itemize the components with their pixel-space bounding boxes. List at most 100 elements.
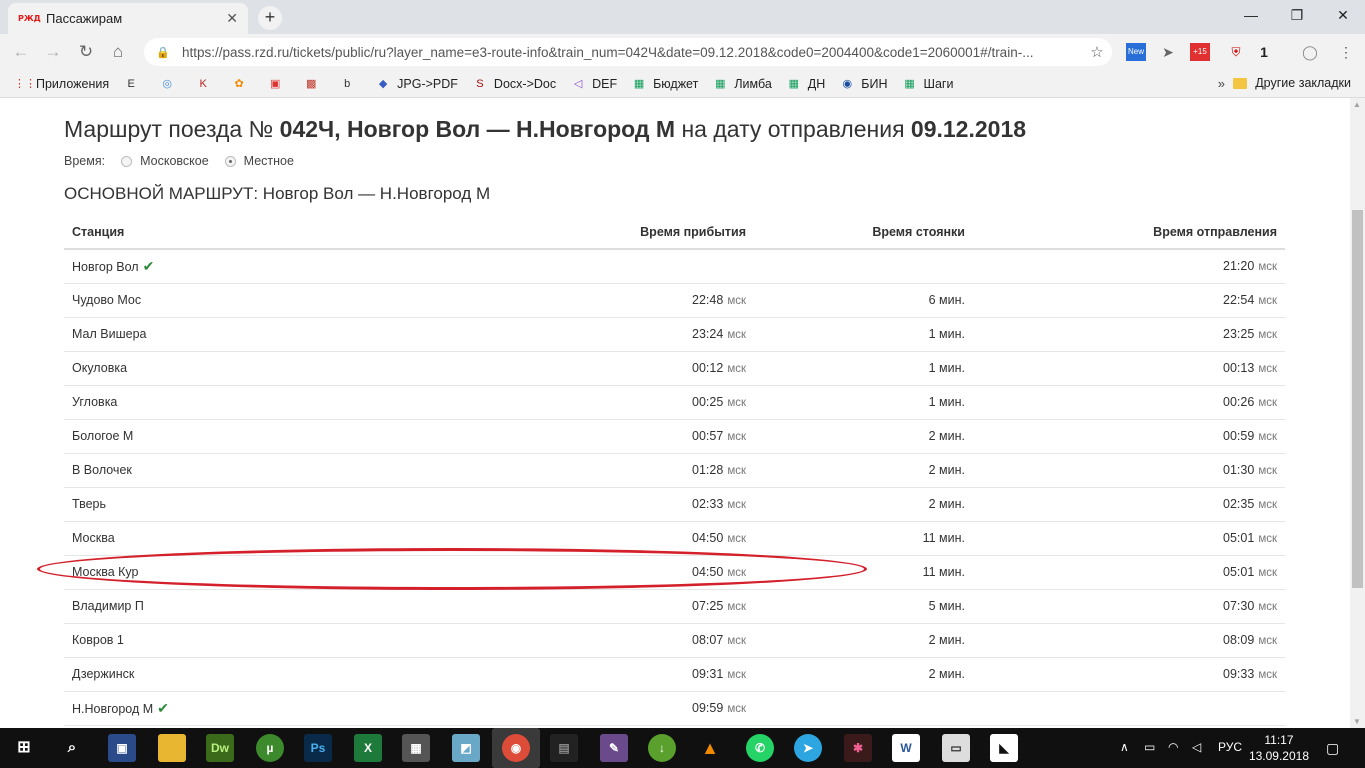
time-unit: мск bbox=[1258, 397, 1277, 409]
dreamweaver-icon[interactable]: Dw bbox=[206, 734, 234, 762]
station-value[interactable]: Ковров 1 bbox=[72, 633, 124, 647]
departure-value: 00:26 bbox=[1223, 395, 1255, 409]
bookmark-item[interactable]: E bbox=[123, 76, 145, 92]
o-icon: ◎ bbox=[162, 77, 172, 90]
station-value[interactable]: Мал Вишера bbox=[72, 327, 146, 341]
station-value[interactable]: Н.Новгород М bbox=[72, 702, 153, 716]
battery-icon[interactable]: ▭ bbox=[1144, 740, 1155, 754]
moscow-time-label[interactable]: Московское bbox=[140, 154, 209, 168]
bookmark-item[interactable]: ✿ bbox=[231, 76, 253, 92]
home-icon[interactable]: ⌂ bbox=[105, 40, 131, 64]
scroll-thumb[interactable] bbox=[1352, 210, 1363, 588]
bookmark-item[interactable]: ◁ DEF bbox=[570, 76, 617, 92]
notes-icon[interactable]: ◩ bbox=[452, 734, 480, 762]
sheets-icon: ▦ bbox=[904, 77, 915, 90]
bookmarks-overflow-icon[interactable]: » bbox=[1218, 76, 1225, 91]
calculator-icon[interactable]: ▦ bbox=[402, 734, 430, 762]
cell-departure: 02:35 мск bbox=[973, 487, 1285, 522]
file-explorer-icon[interactable] bbox=[158, 734, 186, 762]
moscow-time-radio[interactable] bbox=[121, 155, 133, 167]
bookmark-item[interactable]: b bbox=[339, 76, 361, 92]
app-icon[interactable]: ▤ bbox=[550, 734, 578, 762]
cell-station: Чудово Мос bbox=[64, 283, 424, 318]
chrome-icon[interactable]: ◉ bbox=[502, 734, 530, 762]
bookmark-item[interactable]: ▩ bbox=[303, 76, 325, 92]
station-value[interactable]: Чудово Мос bbox=[72, 293, 141, 307]
bookmark-star-icon[interactable]: ☆ bbox=[1082, 43, 1112, 61]
telegram-icon[interactable]: ➤ bbox=[794, 734, 822, 762]
bookmark-item[interactable]: ▦ Бюджет bbox=[631, 76, 698, 92]
window-close-icon[interactable]: ✕ bbox=[1320, 4, 1365, 28]
new-extension-icon[interactable]: New bbox=[1126, 43, 1146, 61]
tab-close-icon[interactable]: ✕ bbox=[226, 10, 238, 27]
new-tab-button[interactable]: + bbox=[258, 6, 282, 30]
minimize-icon[interactable]: — bbox=[1228, 4, 1274, 28]
tab-title: Пассажирам bbox=[46, 11, 123, 26]
station-value[interactable]: В Волочек bbox=[72, 463, 132, 477]
vlc-icon[interactable]: ▲ bbox=[696, 734, 724, 762]
stop-value: 1 мин. bbox=[928, 395, 965, 409]
whatsapp-icon[interactable]: ✆ bbox=[746, 734, 774, 762]
back-icon[interactable]: ← bbox=[8, 40, 34, 64]
time-unit: мск bbox=[727, 669, 746, 681]
address-bar[interactable]: 🔒 https://pass.rzd.ru/tickets/public/ru?… bbox=[144, 38, 1112, 66]
cell-departure: 05:01 мск bbox=[973, 555, 1285, 590]
page-scrollbar[interactable]: ▲ ▼ bbox=[1350, 98, 1365, 728]
utorrent-icon[interactable]: µ bbox=[256, 734, 284, 762]
torrent-icon[interactable]: ↓ bbox=[648, 734, 676, 762]
scroll-down-icon[interactable]: ▼ bbox=[1353, 717, 1361, 726]
station-value[interactable]: Угловка bbox=[72, 395, 117, 409]
column-header-stop: Время стоянки bbox=[754, 215, 973, 250]
one-extension-icon[interactable]: 1 bbox=[1254, 43, 1274, 61]
profile-icon[interactable]: ◯ bbox=[1300, 43, 1320, 61]
paint-icon[interactable]: ✎ bbox=[600, 734, 628, 762]
wifi-icon[interactable]: ◠ bbox=[1168, 740, 1178, 754]
illustrator-icon[interactable]: ✱ bbox=[844, 734, 872, 762]
browser-tab[interactable]: РЖД Пассажирам ✕ bbox=[8, 3, 248, 34]
menu-icon[interactable]: ⋮ bbox=[1336, 43, 1356, 61]
station-value[interactable]: Владимир П bbox=[72, 599, 144, 613]
station-value[interactable]: Москва bbox=[72, 531, 115, 545]
station-value[interactable]: Новгор Вол bbox=[72, 260, 139, 274]
plus15-extension-icon[interactable]: +15 bbox=[1190, 43, 1210, 61]
forward-icon[interactable]: → bbox=[40, 40, 66, 64]
maximize-icon[interactable]: ❐ bbox=[1274, 4, 1320, 28]
other-bookmarks[interactable]: Другие закладки bbox=[1233, 76, 1351, 90]
bookmark-item[interactable]: ▣ bbox=[267, 76, 289, 92]
excel-icon[interactable]: X bbox=[354, 734, 382, 762]
bookmark-item[interactable]: K bbox=[195, 76, 217, 92]
cell-departure: 07:30 мск bbox=[973, 589, 1285, 624]
shield-extension-icon[interactable]: ⛨ bbox=[1226, 43, 1246, 61]
station-value[interactable]: Окуловка bbox=[72, 361, 127, 375]
bookmark-item[interactable]: ◎ bbox=[159, 76, 181, 92]
word-icon[interactable]: W bbox=[892, 734, 920, 762]
bookmark-item[interactable]: ▦ Лимба bbox=[712, 76, 772, 92]
bookmark-item[interactable]: ◉ БИН bbox=[839, 76, 887, 92]
scroll-up-icon[interactable]: ▲ bbox=[1353, 100, 1361, 109]
station-value[interactable]: Тверь bbox=[72, 497, 106, 511]
notifications-icon[interactable]: ▢ bbox=[1326, 740, 1339, 757]
volume-icon[interactable]: ◁ bbox=[1192, 740, 1201, 754]
windows-start-icon[interactable]: ⊞ bbox=[10, 734, 38, 762]
save-app-icon[interactable]: ▣ bbox=[108, 734, 136, 762]
window-app-icon[interactable]: ▭ bbox=[942, 734, 970, 762]
reload-icon[interactable]: ↻ bbox=[73, 40, 99, 64]
local-time-radio[interactable] bbox=[224, 155, 236, 167]
local-time-label[interactable]: Местное bbox=[244, 154, 294, 168]
sticky-notes-icon[interactable]: ◣ bbox=[990, 734, 1018, 762]
bookmark-item[interactable]: ◆ JPG->PDF bbox=[375, 76, 458, 92]
arrow-extension-icon[interactable]: ➤ bbox=[1158, 43, 1178, 61]
bookmark-item[interactable]: ⋮⋮ Приложения bbox=[14, 76, 109, 92]
station-value[interactable]: Бологое М bbox=[72, 429, 133, 443]
clock[interactable]: 11:17 13.09.2018 bbox=[1249, 732, 1309, 764]
search-icon[interactable]: ⌕ bbox=[58, 734, 86, 762]
photoshop-icon[interactable]: Ps bbox=[304, 734, 332, 762]
language-indicator[interactable]: РУС bbox=[1218, 740, 1242, 754]
bookmark-label: Приложения bbox=[36, 76, 110, 91]
cell-station: Угловка bbox=[64, 385, 424, 420]
station-value[interactable]: Дзержинск bbox=[72, 667, 134, 681]
tray-chevron-icon[interactable]: ∧ bbox=[1120, 740, 1129, 754]
bookmark-item[interactable]: ▦ Шаги bbox=[902, 76, 953, 92]
bookmark-item[interactable]: S Docx->Doc bbox=[472, 76, 556, 92]
bookmark-item[interactable]: ▦ ДН bbox=[786, 76, 826, 92]
